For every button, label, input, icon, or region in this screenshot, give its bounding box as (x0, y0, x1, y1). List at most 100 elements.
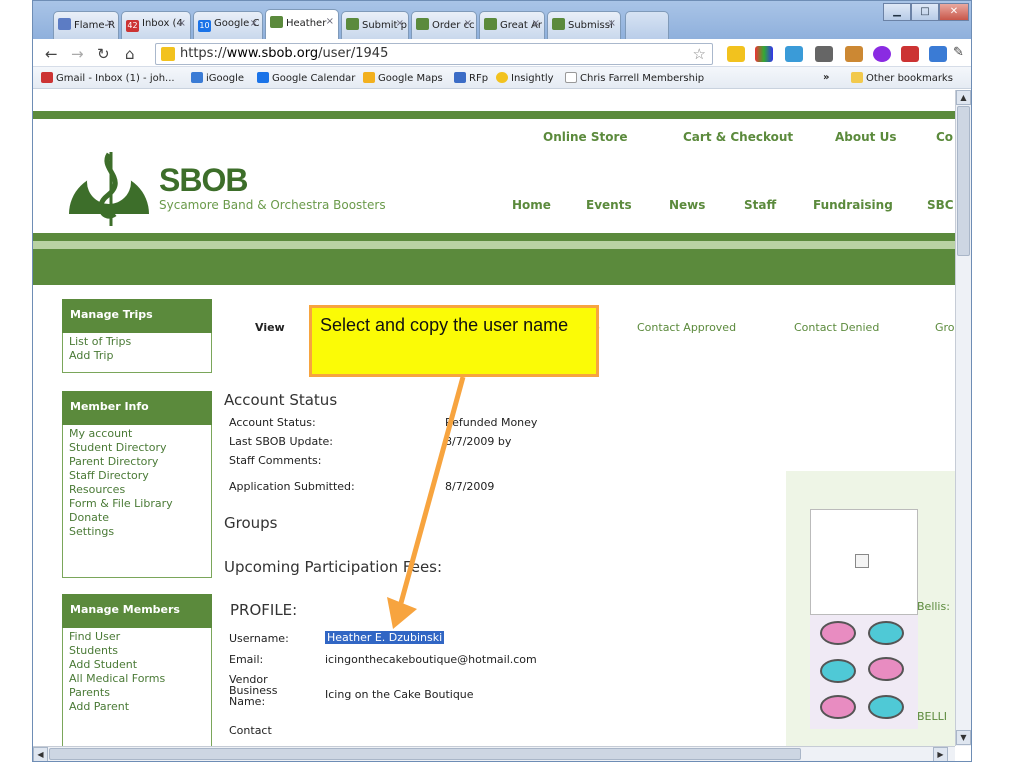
sidebar-item-all-medical-forms[interactable]: All Medical Forms (69, 672, 205, 686)
nav-events[interactable]: Events (586, 198, 632, 212)
close-icon[interactable]: × (396, 18, 404, 29)
account-status-label: Account Status: (229, 416, 316, 429)
tab-google-calendar[interactable]: 10 Google C × (193, 11, 263, 39)
close-icon[interactable]: × (178, 18, 186, 29)
image-thumbnail[interactable] (810, 509, 918, 615)
extension-icon[interactable] (815, 46, 833, 62)
forward-icon[interactable]: → (71, 45, 84, 63)
callout-arrow (387, 376, 466, 629)
cookies-image[interactable] (810, 615, 918, 729)
extension-icon[interactable] (785, 46, 803, 62)
sidebar-item-donate[interactable]: Donate (69, 511, 205, 525)
maximize-button[interactable]: □ (911, 3, 939, 21)
product-label-bottom[interactable]: BELLI (917, 710, 947, 723)
wrench-icon[interactable]: ✎ (953, 45, 964, 60)
nav-sbc[interactable]: SBC (927, 198, 954, 212)
extension-icon[interactable] (901, 46, 919, 62)
nav-contact[interactable]: Co (936, 130, 953, 144)
bookmark-label: RFp (469, 73, 489, 84)
tab-heather[interactable]: Heather × (265, 9, 339, 39)
bookmark-gmail[interactable]: Gmail - Inbox (1) - joh... (41, 72, 175, 84)
sidebar-item-list-of-trips[interactable]: List of Trips (69, 335, 205, 349)
sidebar-item-add-student[interactable]: Add Student (69, 658, 205, 672)
igoogle-icon (191, 72, 203, 83)
extension-icon[interactable] (873, 46, 891, 62)
reload-icon[interactable]: ↻ (97, 45, 110, 63)
vertical-scrollbar[interactable]: ▲ ▼ (955, 90, 971, 746)
close-icon[interactable]: × (608, 18, 616, 29)
sbob-icon (416, 18, 429, 30)
home-icon[interactable]: ⌂ (125, 45, 135, 63)
bookmark-label: iGoogle (206, 73, 245, 84)
sidebar-box-manage-members: Find User Students Add Student All Medic… (62, 628, 212, 746)
sidebar-item-add-parent[interactable]: Add Parent (69, 700, 205, 714)
extension-icon[interactable] (929, 46, 947, 62)
sidebar-item-staff-directory[interactable]: Staff Directory (69, 469, 205, 483)
other-bookmarks[interactable]: Other bookmarks (851, 72, 953, 84)
extension-icon[interactable] (845, 46, 863, 62)
bookmark-google-calendar[interactable]: Google Calendar (257, 72, 355, 84)
product-label-top[interactable]: Bellis: (917, 600, 950, 613)
sidebar-item-find-user[interactable]: Find User (69, 630, 205, 644)
extension-icon[interactable] (727, 46, 745, 62)
bookmark-label: Chris Farrell Membership (580, 73, 705, 84)
tab-order[interactable]: Order cc × (411, 11, 477, 39)
sidebar-item-students[interactable]: Students (69, 644, 205, 658)
extension-icon[interactable] (755, 46, 773, 62)
close-icon[interactable]: × (250, 18, 258, 29)
sidebar-item-settings[interactable]: Settings (69, 525, 205, 539)
scroll-thumb[interactable] (957, 106, 970, 256)
address-bar[interactable]: https://www.sbob.org/user/1945 ☆ (155, 43, 713, 65)
tab-great[interactable]: Great Ar × (479, 11, 545, 39)
last-update-label: Last SBOB Update: (229, 435, 333, 448)
tab-flame[interactable]: Flame-R × (53, 11, 119, 39)
scroll-down-icon[interactable]: ▼ (956, 730, 971, 745)
close-icon[interactable]: × (464, 18, 472, 29)
sidebar-item-form-file-library[interactable]: Form & File Library (69, 497, 205, 511)
bookmark-chris-farrell[interactable]: Chris Farrell Membership (565, 72, 704, 84)
bookmark-rfp[interactable]: RFp (454, 72, 488, 84)
sidebar-item-resources[interactable]: Resources (69, 483, 205, 497)
tab-submission[interactable]: Submissi × (547, 11, 621, 39)
email-value[interactable]: icingonthecakeboutique@hotmail.com (325, 653, 537, 666)
nav-online-store[interactable]: Online Store (543, 130, 628, 144)
scroll-left-icon[interactable]: ◀ (33, 747, 48, 761)
sidebar-item-parent-directory[interactable]: Parent Directory (69, 455, 205, 469)
back-icon[interactable]: ← (45, 45, 58, 63)
sidebar-item-my-account[interactable]: My account (69, 427, 205, 441)
tab-contact-denied[interactable]: Contact Denied (794, 321, 879, 334)
nav-cart-checkout[interactable]: Cart & Checkout (683, 130, 793, 144)
tab-contact-approved[interactable]: Contact Approved (637, 321, 736, 334)
close-icon[interactable]: × (326, 16, 334, 27)
gmail-icon: 42 (126, 20, 139, 32)
tab-submit[interactable]: Submit p × (341, 11, 409, 39)
close-icon[interactable]: × (532, 18, 540, 29)
scroll-up-icon[interactable]: ▲ (956, 90, 971, 105)
sidebar-item-student-directory[interactable]: Student Directory (69, 441, 205, 455)
vendor-label-line: Name: (229, 695, 266, 708)
nav-home[interactable]: Home (512, 198, 551, 212)
cookie-image (820, 695, 856, 719)
minimize-button[interactable]: ▁ (883, 3, 911, 21)
nav-fundraising[interactable]: Fundraising (813, 198, 893, 212)
tab-inbox[interactable]: 42 Inbox (4 × (121, 11, 191, 39)
tab-view[interactable]: View (255, 321, 285, 334)
horizontal-scrollbar[interactable]: ◀ ▶ (33, 746, 955, 761)
bookmarks-overflow[interactable]: » (823, 72, 829, 83)
scroll-thumb-horizontal[interactable] (49, 748, 801, 760)
tab-groups[interactable]: Gro (935, 321, 955, 334)
bookmark-igoogle[interactable]: iGoogle (191, 72, 244, 84)
star-icon[interactable]: ☆ (693, 45, 706, 63)
close-window-button[interactable]: ✕ (939, 3, 969, 21)
scroll-right-icon[interactable]: ▶ (933, 747, 948, 761)
nav-news[interactable]: News (669, 198, 705, 212)
nav-staff[interactable]: Staff (744, 198, 776, 212)
new-tab-button[interactable] (625, 11, 669, 39)
sidebar-item-add-trip[interactable]: Add Trip (69, 349, 205, 363)
bookmark-insightly[interactable]: Insightly (496, 72, 554, 84)
bookmark-google-maps[interactable]: Google Maps (363, 72, 443, 84)
close-icon[interactable]: × (106, 18, 114, 29)
bookmark-label: Gmail - Inbox (1) - joh... (56, 73, 175, 84)
sidebar-item-parents[interactable]: Parents (69, 686, 205, 700)
nav-about-us[interactable]: About Us (835, 130, 896, 144)
